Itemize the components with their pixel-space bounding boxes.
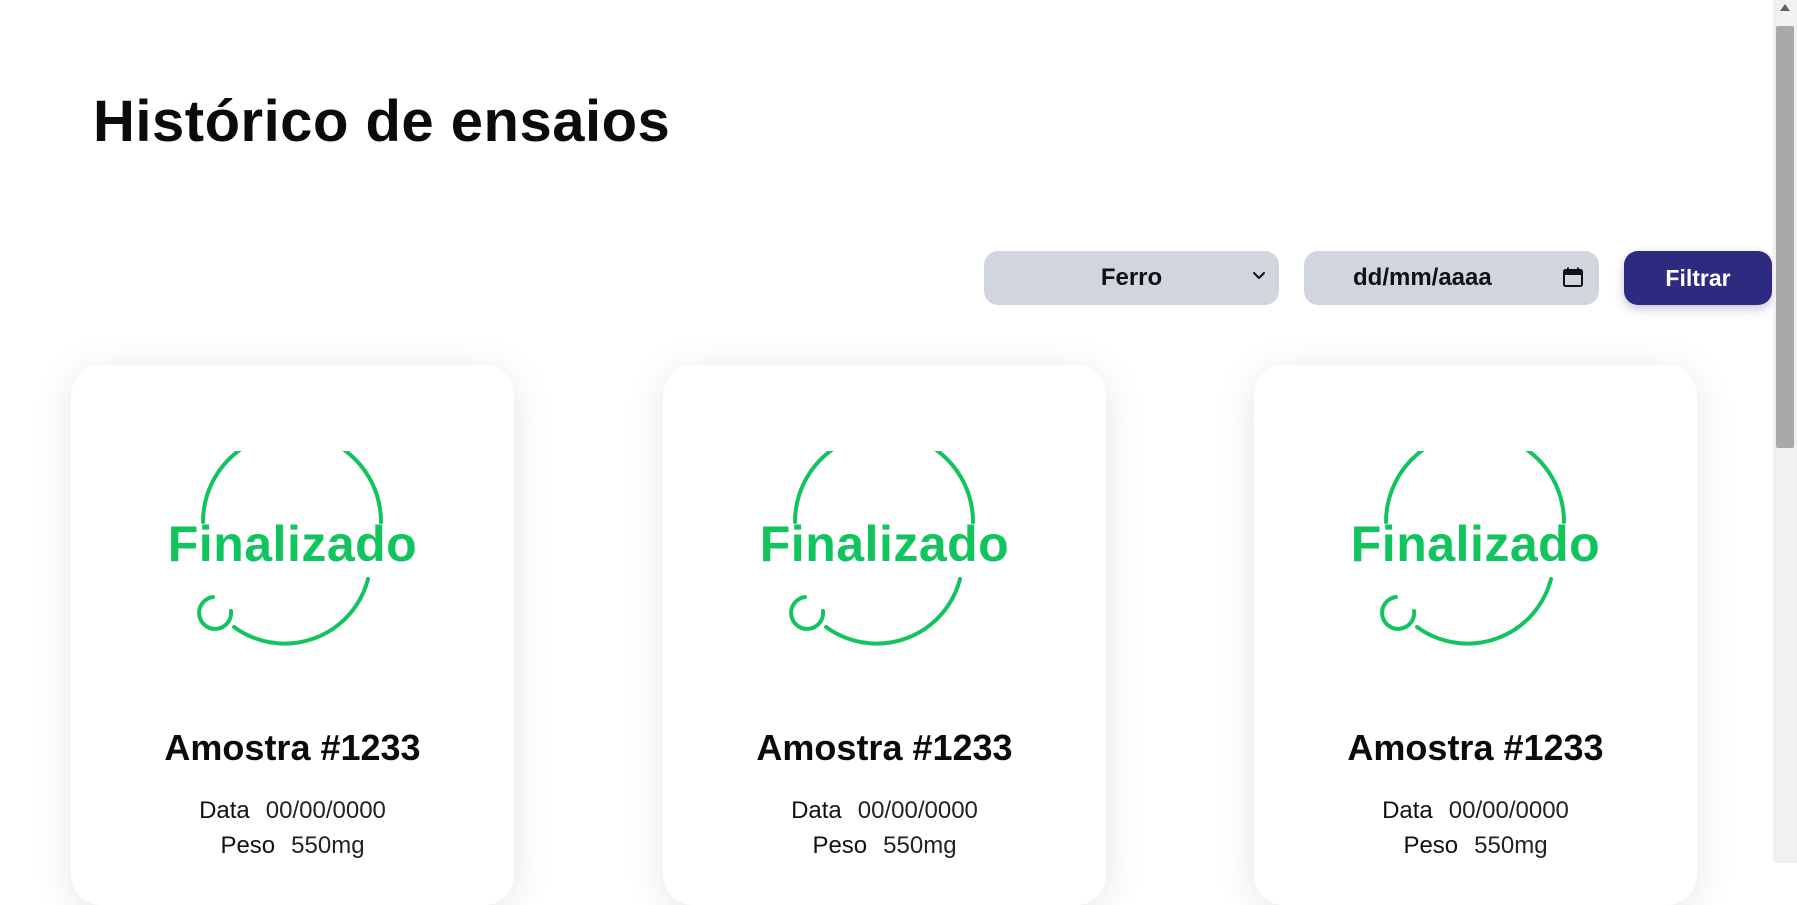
chevron-down-icon <box>1253 272 1265 279</box>
calendar-icon[interactable] <box>1561 265 1585 289</box>
material-select[interactable]: Ferro <box>984 251 1279 305</box>
date-label: Data <box>791 797 842 824</box>
weight-label: Peso <box>812 832 868 859</box>
weight-value: 550mg <box>883 832 957 859</box>
date-value: 00/00/0000 <box>1448 797 1569 824</box>
sample-title: Amostra #1233 <box>1347 727 1604 768</box>
weight-row: Peso 550mg <box>663 832 1106 860</box>
vertical-scrollbar[interactable] <box>1773 0 1797 863</box>
date-label: Data <box>199 797 250 824</box>
weight-value: 550mg <box>291 832 365 859</box>
date-input-placeholder: dd/mm/aaaa <box>1353 264 1492 291</box>
sample-title: Amostra #1233 <box>756 727 1013 768</box>
material-select-value: Ferro <box>1100 264 1163 291</box>
status-label: Finalizado <box>1350 516 1601 572</box>
sample-card[interactable]: Finalizado Amostra #1233 Data 00/00/0000 … <box>1254 365 1697 905</box>
date-input[interactable]: dd/mm/aaaa <box>1304 251 1599 305</box>
weight-label: Peso <box>1403 832 1459 859</box>
date-row: Data 00/00/0000 <box>1254 797 1697 825</box>
status-label: Finalizado <box>759 516 1010 572</box>
date-row: Data 00/00/0000 <box>663 797 1106 825</box>
scrollbar-thumb[interactable] <box>1776 26 1794 448</box>
page-title: Histórico de ensaios <box>93 89 671 154</box>
sample-title: Amostra #1233 <box>164 727 421 768</box>
status-label: Finalizado <box>167 516 418 572</box>
filter-button[interactable]: Filtrar <box>1624 251 1772 305</box>
scroll-up-arrow-icon[interactable] <box>1780 4 1790 11</box>
date-label: Data <box>1382 797 1433 824</box>
date-row: Data 00/00/0000 <box>71 797 514 825</box>
weight-value: 550mg <box>1474 832 1548 859</box>
date-value: 00/00/0000 <box>857 797 978 824</box>
weight-row: Peso 550mg <box>71 832 514 860</box>
sample-card[interactable]: Finalizado Amostra #1233 Data 00/00/0000 … <box>71 365 514 905</box>
weight-label: Peso <box>220 832 276 859</box>
weight-row: Peso 550mg <box>1254 832 1697 860</box>
sample-card[interactable]: Finalizado Amostra #1233 Data 00/00/0000 … <box>663 365 1106 905</box>
date-value: 00/00/0000 <box>265 797 386 824</box>
